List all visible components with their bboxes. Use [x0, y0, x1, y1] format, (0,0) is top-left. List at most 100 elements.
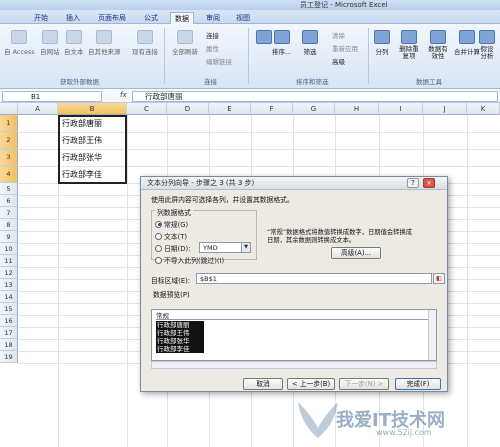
fx-icon[interactable]: fx	[120, 91, 127, 99]
help-button[interactable]: ?	[407, 178, 419, 188]
tab-review[interactable]: 审阅	[202, 12, 224, 24]
edit-links-button[interactable]: 编辑链接	[206, 56, 232, 66]
column-header[interactable]: F	[251, 103, 293, 115]
preview-row: 行政部唐丽	[156, 321, 204, 329]
close-window-button[interactable]	[478, 0, 500, 10]
preview-vertical-scrollbar[interactable]	[428, 310, 436, 360]
name-box[interactable]: B1	[2, 91, 102, 102]
properties-button[interactable]: 属性	[206, 43, 219, 53]
tab-insert[interactable]: 插入	[62, 12, 84, 24]
minimize-button[interactable]	[434, 0, 456, 10]
tab-page-layout[interactable]: 页面布局	[94, 12, 130, 24]
back-button[interactable]: < 上一步(B)	[287, 378, 335, 390]
cell-b1[interactable]: 行政部唐丽	[59, 115, 126, 132]
what-if-icon	[479, 30, 495, 44]
text-to-columns-dialog: 文本分列向导 - 步骤之 3 (共 3 步) ? × 使用此屏内容可选择各列，并…	[140, 176, 448, 392]
row-header[interactable]: 17	[0, 327, 18, 339]
radio-icon	[155, 256, 162, 264]
refresh-all-button[interactable]: 全部刷新	[172, 30, 198, 56]
finish-button[interactable]: 完成(F)	[395, 378, 441, 390]
column-header[interactable]: G	[293, 103, 335, 115]
row-header[interactable]: 5	[0, 183, 18, 195]
window-title: 员工登记 - Microsoft Excel	[300, 1, 388, 9]
maximize-button[interactable]	[456, 0, 478, 10]
row-header[interactable]: 18	[0, 339, 18, 351]
tab-view[interactable]: 视图	[232, 12, 254, 24]
row-header[interactable]: 19	[0, 351, 18, 363]
row-header[interactable]: 12	[0, 267, 18, 279]
group-label-connections: 连接	[204, 78, 217, 86]
destination-input[interactable]: $B$1	[196, 273, 432, 284]
column-header[interactable]: B	[58, 103, 127, 115]
sort-az-button[interactable]	[256, 30, 272, 46]
data-validation-button[interactable]: 数据有效性	[426, 30, 450, 60]
filter-button[interactable]: 筛选	[302, 30, 318, 56]
from-other-sources-button[interactable]: 自其他来源	[88, 30, 121, 56]
column-header[interactable]: I	[379, 103, 423, 115]
consolidate-button[interactable]: 合并计算	[454, 30, 480, 56]
what-if-button[interactable]: 假设分析	[478, 30, 496, 60]
column-header[interactable]: H	[335, 103, 379, 115]
row-header[interactable]: 3	[0, 149, 18, 166]
advanced-filter-button[interactable]: 高级	[332, 56, 345, 66]
column-header[interactable]: A	[18, 103, 58, 115]
row-header[interactable]: 16	[0, 315, 18, 327]
from-text-button[interactable]: 自文本	[64, 30, 84, 56]
column-header[interactable]: K	[467, 103, 500, 115]
radio-text[interactable]: 文本(T)	[155, 231, 187, 241]
consolidate-icon	[459, 30, 475, 44]
cell-b4[interactable]: 行政部李佳	[59, 166, 126, 183]
row-header[interactable]: 11	[0, 255, 18, 267]
select-all-corner[interactable]	[0, 103, 18, 115]
tab-home[interactable]: 开始	[30, 12, 52, 24]
data-preview[interactable]: 常规 行政部唐丽 行政部王伟 行政部张华 行政部李佳	[151, 309, 437, 361]
row-header[interactable]: 14	[0, 291, 18, 303]
row-header[interactable]: 15	[0, 303, 18, 315]
ribbon-tabs: 开始 插入 页面布局 公式 数据 审阅 视图	[0, 10, 500, 24]
row-header[interactable]: 10	[0, 243, 18, 255]
next-button[interactable]: 下一步(N) >	[339, 378, 389, 390]
text-to-columns-button[interactable]: 分列	[374, 30, 390, 56]
clear-filter-button[interactable]: 清除	[332, 30, 345, 40]
from-web-button[interactable]: 自网站	[40, 30, 60, 56]
radio-selected-icon	[155, 220, 162, 228]
tab-data[interactable]: 数据	[170, 12, 194, 24]
row-header[interactable]: 4	[0, 166, 18, 183]
column-header[interactable]: J	[423, 103, 467, 115]
collapse-range-icon[interactable]: ◧	[433, 273, 445, 284]
from-access-button[interactable]: 自 Access	[4, 30, 35, 56]
formula-input[interactable]: 行政部唐丽	[132, 91, 498, 102]
radio-date[interactable]: 日期(D):	[155, 243, 190, 253]
row-header[interactable]: 1	[0, 115, 18, 132]
preview-row: 行政部王伟	[156, 329, 204, 337]
group-label-sort: 排序和筛选	[296, 78, 329, 86]
dialog-intro: 使用此屏内容可选择各列，并设置其数据格式。	[151, 196, 294, 204]
row-header[interactable]: 13	[0, 279, 18, 291]
column-header[interactable]: E	[209, 103, 251, 115]
column-header[interactable]: D	[167, 103, 209, 115]
preview-horizontal-scrollbar[interactable]	[151, 361, 437, 369]
column-header[interactable]: C	[127, 103, 167, 115]
connections-button[interactable]: 连接	[206, 30, 219, 40]
access-icon	[11, 30, 28, 44]
remove-duplicates-button[interactable]: 删除重复项	[398, 30, 420, 60]
reapply-filter-button[interactable]: 重新应用	[332, 43, 358, 53]
row-header[interactable]: 7	[0, 207, 18, 219]
cell-b3[interactable]: 行政部张华	[59, 149, 126, 166]
row-header[interactable]: 2	[0, 132, 18, 149]
radio-general[interactable]: 常规(G)	[155, 219, 188, 229]
sort-button[interactable]: 排序...	[272, 30, 291, 56]
existing-connections-button[interactable]: 现有连接	[132, 30, 158, 56]
close-dialog-button[interactable]: ×	[423, 178, 435, 188]
row-header[interactable]: 9	[0, 231, 18, 243]
tab-formulas[interactable]: 公式	[140, 12, 162, 24]
advanced-button[interactable]: 高级(A)...	[331, 247, 381, 259]
cancel-button[interactable]: 取消	[243, 378, 283, 390]
date-format-select[interactable]: YMD ▼	[199, 242, 251, 253]
cell-b2[interactable]: 行政部王伟	[59, 132, 126, 149]
radio-skip[interactable]: 不导入此列(跳过)(I)	[155, 255, 224, 265]
format-description-2: 日期，其余数据则转换成文本。	[267, 237, 356, 244]
row-header[interactable]: 8	[0, 219, 18, 231]
preview-row: 行政部张华	[156, 337, 204, 345]
row-header[interactable]: 6	[0, 195, 18, 207]
